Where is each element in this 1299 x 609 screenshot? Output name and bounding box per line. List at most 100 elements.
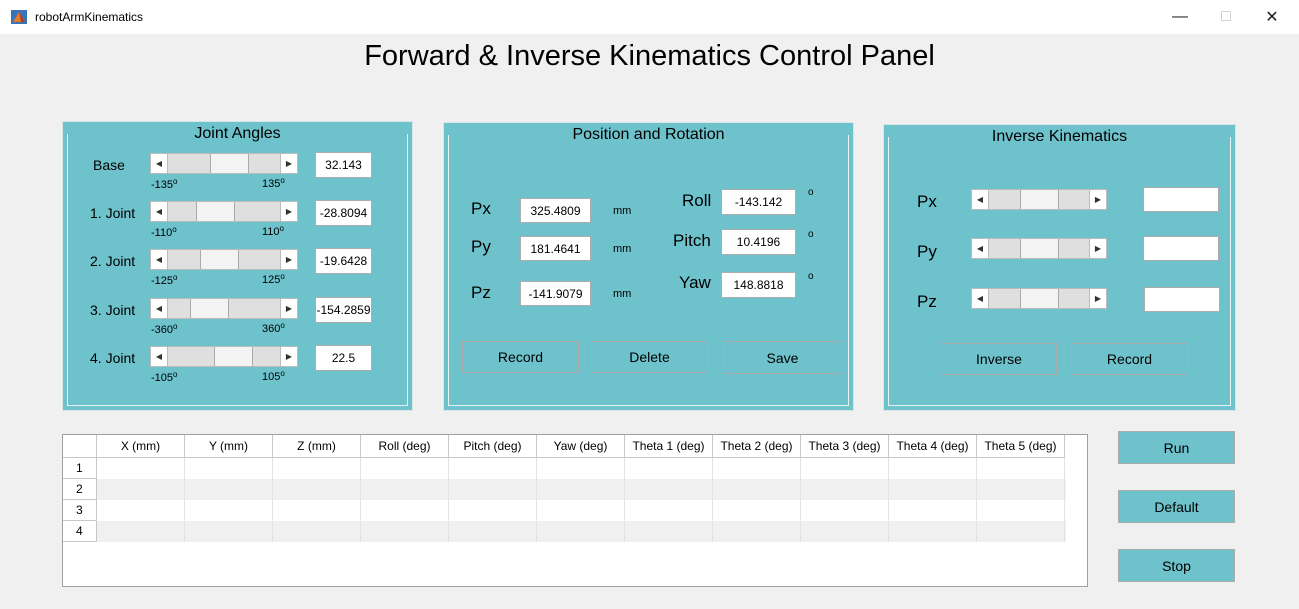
table-cell[interactable] [97,458,185,479]
table-cell[interactable] [97,521,185,542]
table-cell[interactable] [889,458,977,479]
table-cell[interactable] [361,500,449,521]
joint-value-field[interactable]: -28.8094 [315,200,372,226]
table-cell[interactable] [977,521,1065,542]
save-button[interactable]: Save [723,341,842,374]
table-cell[interactable] [273,500,361,521]
table-column-header[interactable]: Theta 5 (deg) [977,435,1065,458]
table-cell[interactable] [801,521,889,542]
table-cell[interactable] [537,521,625,542]
roll-field[interactable]: -143.142 [721,189,796,215]
table-cell[interactable] [977,479,1065,500]
table-column-header[interactable]: Yaw (deg) [537,435,625,458]
table-cell[interactable] [977,458,1065,479]
slider-thumb[interactable] [214,347,253,366]
table-row[interactable] [97,500,1066,521]
slider-left-arrow-icon[interactable]: ◀ [972,239,989,258]
yaw-field[interactable]: 148.8818 [721,272,796,298]
table-row-header[interactable]: 1 [63,458,97,479]
slider-right-arrow-icon[interactable]: ▶ [1089,239,1106,258]
table-column-header[interactable]: Pitch (deg) [449,435,537,458]
table-cell[interactable] [97,500,185,521]
table-cell[interactable] [185,458,273,479]
ik-py-slider[interactable]: ◀ ▶ [971,238,1107,259]
joint-slider[interactable]: ◀ ▶ [150,298,298,319]
default-button[interactable]: Default [1118,490,1235,523]
joint-slider[interactable]: ◀ ▶ [150,346,298,367]
table-row-header[interactable]: 4 [63,521,97,542]
table-row[interactable] [97,521,1066,542]
table-cell[interactable] [889,521,977,542]
delete-button[interactable]: Delete [591,341,708,373]
ik-px-slider[interactable]: ◀ ▶ [971,189,1107,210]
joint-value-field[interactable]: -154.2859 [315,297,372,323]
slider-left-arrow-icon[interactable]: ◀ [151,347,168,366]
px-field[interactable]: 325.4809 [520,198,591,223]
ik-record-button[interactable]: Record [1071,343,1188,375]
maximize-button[interactable]: □ [1203,0,1249,34]
pitch-field[interactable]: 10.4196 [721,229,796,255]
slider-thumb[interactable] [1020,239,1059,258]
slider-right-arrow-icon[interactable]: ▶ [1089,190,1106,209]
table-cell[interactable] [537,479,625,500]
table-column-header[interactable]: Y (mm) [185,435,273,458]
minimize-button[interactable]: — [1157,0,1203,34]
slider-thumb[interactable] [200,250,239,269]
slider-left-arrow-icon[interactable]: ◀ [972,289,989,308]
joint-value-field[interactable]: -19.6428 [315,248,372,274]
slider-thumb[interactable] [1020,289,1059,308]
table-cell[interactable] [889,479,977,500]
table-column-header[interactable]: Theta 3 (deg) [801,435,889,458]
slider-left-arrow-icon[interactable]: ◀ [151,299,168,318]
table-cell[interactable] [625,458,713,479]
ik-pz-slider[interactable]: ◀ ▶ [971,288,1107,309]
table-cell[interactable] [977,500,1065,521]
joint-slider[interactable]: ◀ ▶ [150,249,298,270]
table-cell[interactable] [273,521,361,542]
slider-thumb[interactable] [190,299,229,318]
table-cell[interactable] [801,458,889,479]
inverse-button[interactable]: Inverse [941,343,1057,375]
records-table[interactable]: X (mm) Y (mm) Z (mm) Roll (deg) Pitch (deg) Y… [62,434,1088,587]
slider-right-arrow-icon[interactable]: ▶ [1089,289,1106,308]
close-button[interactable]: ✕ [1249,0,1295,34]
table-column-header[interactable]: X (mm) [97,435,185,458]
slider-thumb[interactable] [1020,190,1059,209]
table-cell[interactable] [273,479,361,500]
table-cell[interactable] [713,479,801,500]
table-cell[interactable] [713,521,801,542]
table-cell[interactable] [361,521,449,542]
table-cell[interactable] [449,521,537,542]
table-column-header[interactable]: Theta 1 (deg) [625,435,713,458]
slider-left-arrow-icon[interactable]: ◀ [151,154,168,173]
table-cell[interactable] [625,500,713,521]
table-column-header[interactable]: Roll (deg) [361,435,449,458]
pz-field[interactable]: -141.9079 [520,281,591,306]
table-column-header[interactable]: Theta 4 (deg) [889,435,977,458]
table-cell[interactable] [361,479,449,500]
table-cell[interactable] [625,521,713,542]
ik-py-field[interactable] [1143,236,1219,261]
table-cell[interactable] [625,479,713,500]
record-button[interactable]: Record [462,341,579,373]
table-cell[interactable] [801,500,889,521]
slider-left-arrow-icon[interactable]: ◀ [151,250,168,269]
slider-right-arrow-icon[interactable]: ▶ [280,299,297,318]
slider-thumb[interactable] [196,202,235,221]
stop-button[interactable]: Stop [1118,549,1235,582]
table-row-header[interactable]: 3 [63,500,97,521]
table-cell[interactable] [537,458,625,479]
slider-right-arrow-icon[interactable]: ▶ [280,347,297,366]
slider-left-arrow-icon[interactable]: ◀ [151,202,168,221]
slider-thumb[interactable] [210,154,249,173]
joint-slider[interactable]: ◀ ▶ [150,153,298,174]
table-row[interactable] [97,458,1066,479]
table-cell[interactable] [537,500,625,521]
joint-value-field[interactable]: 32.143 [315,152,372,178]
table-row-header[interactable]: 2 [63,479,97,500]
py-field[interactable]: 181.4641 [520,236,591,261]
ik-pz-field[interactable] [1144,287,1220,312]
joint-value-field[interactable]: 22.5 [315,345,372,371]
run-button[interactable]: Run [1118,431,1235,464]
slider-right-arrow-icon[interactable]: ▶ [280,250,297,269]
